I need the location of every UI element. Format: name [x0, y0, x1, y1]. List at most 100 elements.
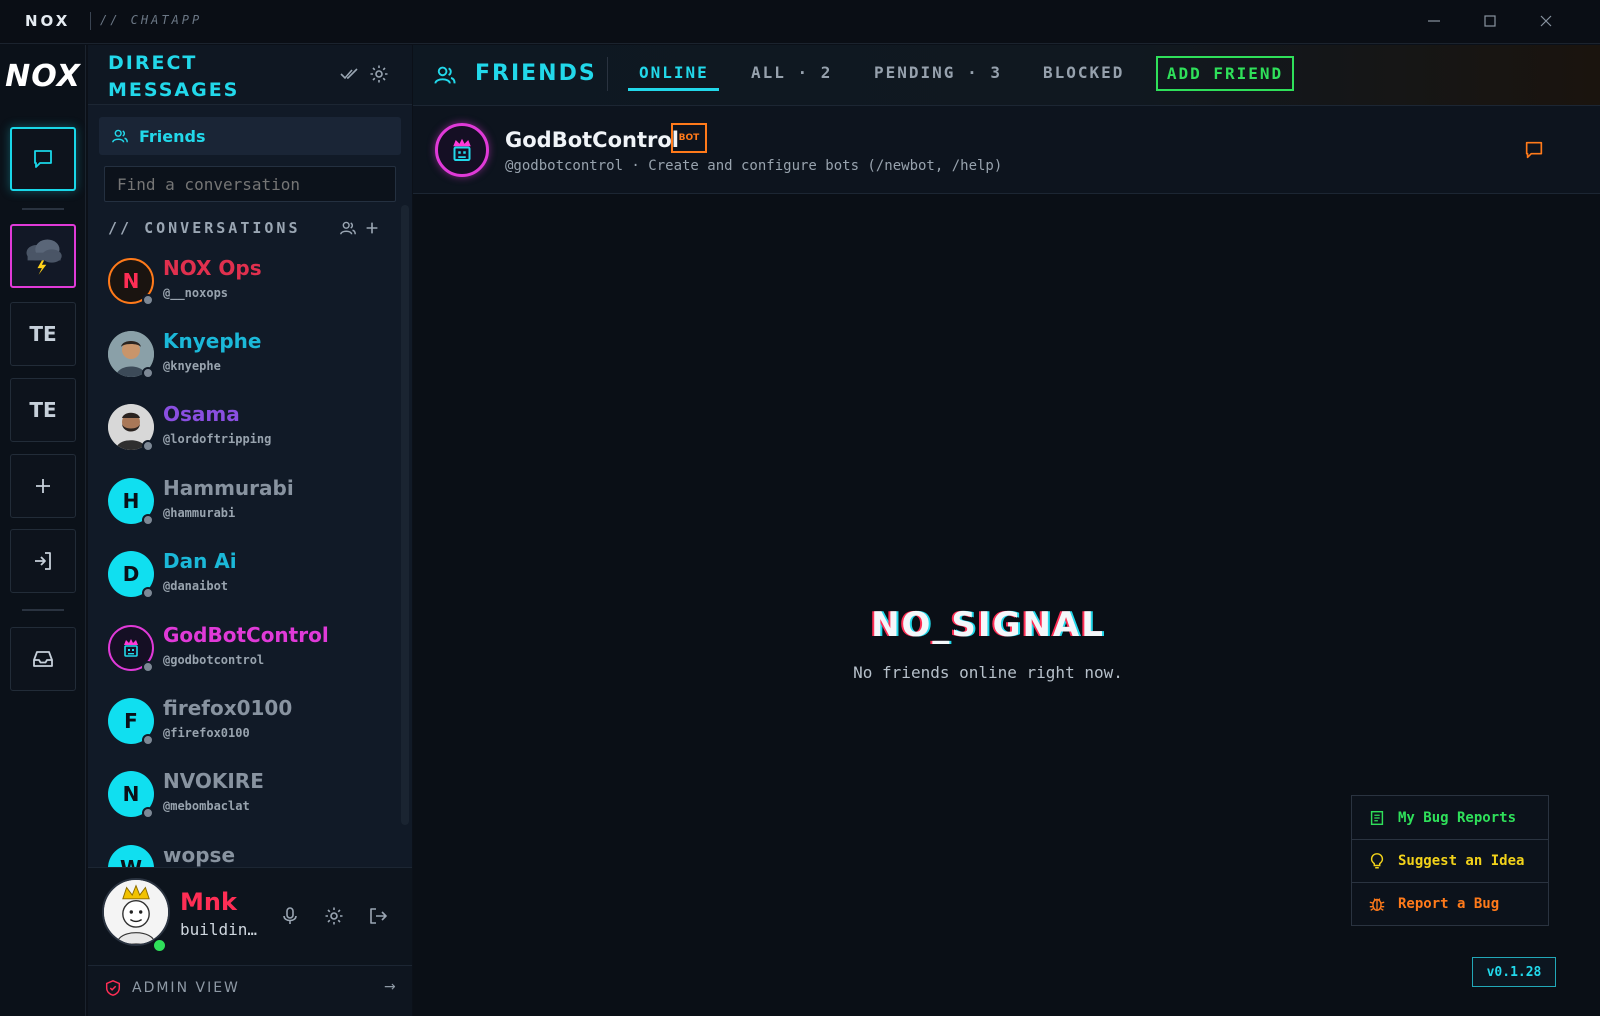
friend-avatar	[435, 123, 489, 177]
bot-crown-icon	[124, 639, 138, 657]
conversations-header: // CONVERSATIONS	[108, 219, 301, 237]
conversation-name: Dan Ai	[163, 549, 237, 573]
status-dot	[142, 294, 154, 306]
title-bar: NOX // CHATAPP	[0, 0, 1600, 44]
conversation-item[interactable]: H Hammurabi @hammurabi	[88, 468, 400, 540]
admin-view-label: ADMIN VIEW	[132, 980, 240, 996]
empty-state-subtitle: No friends online right now.	[853, 663, 1123, 682]
my-bug-reports-button[interactable]: My Bug Reports	[1352, 796, 1548, 839]
rail-divider	[22, 609, 64, 611]
server-te-2[interactable]: TE	[10, 378, 76, 442]
server-storm[interactable]	[10, 224, 76, 288]
close-window-button[interactable]	[1531, 8, 1561, 34]
friend-name: GodBotControl	[505, 128, 679, 152]
storm-cloud-icon	[26, 239, 62, 275]
status-dot	[142, 514, 154, 526]
conversation-scrollbar[interactable]	[401, 205, 409, 825]
conversation-item[interactable]: N NOX Ops @__noxops	[88, 248, 400, 320]
add-friend-button[interactable]: ADD FRIEND	[1156, 56, 1294, 91]
conversation-handle: @godbotcontrol	[163, 653, 265, 667]
server-initials: TE	[29, 398, 57, 422]
server-rail: NOX TE TE	[0, 45, 86, 1016]
login-icon	[35, 552, 51, 570]
conversation-name: Hammurabi	[163, 476, 294, 500]
message-icon[interactable]	[1523, 139, 1545, 161]
add-server-button[interactable]	[10, 454, 76, 518]
tab-all[interactable]: ALL · 2	[751, 63, 832, 82]
topbar-divider	[607, 57, 608, 91]
user-status: buildin…	[180, 920, 258, 939]
suggest-idea-button[interactable]: Suggest an Idea	[1352, 839, 1548, 882]
friends-icon	[434, 66, 456, 84]
maximize-button[interactable]	[1475, 8, 1505, 34]
user-settings-gear-icon[interactable]	[324, 906, 344, 926]
conversation-item[interactable]: Knyephe @knyephe	[88, 321, 400, 393]
dm-header: DIRECT MESSAGES	[88, 45, 412, 105]
settings-gear-icon[interactable]	[369, 64, 389, 84]
admin-view-bar[interactable]: ADMIN VIEW →	[88, 965, 412, 1016]
friend-description: @godbotcontrol · Create and configure bo…	[505, 158, 1003, 174]
chat-bubble-icon	[34, 150, 52, 168]
status-dot	[142, 587, 154, 599]
minimize-icon	[1428, 20, 1440, 22]
server-te-1[interactable]: TE	[10, 302, 76, 366]
conversation-item[interactable]: Osama @lordoftripping	[88, 394, 400, 466]
conversation-item[interactable]: F firefox0100 @firefox0100	[88, 688, 400, 760]
close-icon	[1540, 15, 1552, 27]
conversation-item[interactable]: W wopse	[88, 835, 400, 868]
conversation-handle: @knyephe	[163, 359, 221, 373]
lightbulb-icon	[1370, 853, 1384, 869]
microphone-icon[interactable]	[280, 906, 300, 926]
friend-row[interactable]: GodBotControl BOT @godbotcontrol · Creat…	[413, 106, 1600, 194]
user-avatar[interactable]	[102, 878, 170, 946]
join-server-button[interactable]	[10, 529, 76, 593]
conversation-handle: @mebombaclat	[163, 799, 250, 813]
app-logo: NOX	[5, 59, 81, 94]
feedback-menu: My Bug Reports Suggest an Idea Report a …	[1351, 795, 1549, 926]
avatar-initial: H	[122, 489, 140, 513]
friends-title: FRIENDS	[475, 61, 597, 86]
report-bug-button[interactable]: Report a Bug	[1352, 882, 1548, 925]
tab-pending[interactable]: PENDING · 3	[874, 63, 1002, 82]
conversation-name: NOX Ops	[163, 256, 262, 280]
tab-online[interactable]: ONLINE	[639, 63, 709, 82]
plus-icon[interactable]	[363, 219, 381, 237]
active-tab-indicator	[628, 88, 719, 91]
conversation-name: firefox0100	[163, 696, 293, 720]
conversation-name: Knyephe	[163, 329, 262, 353]
friends-nav-item[interactable]: Friends	[99, 117, 401, 155]
conversation-list: N NOX Ops @__noxops Knyephe @knyephe Osa…	[88, 248, 400, 868]
conversation-item[interactable]: D Dan Ai @danaibot	[88, 541, 400, 613]
user-name: Mnk	[180, 888, 237, 916]
bot-crown-icon	[453, 138, 471, 161]
direct-messages-button[interactable]	[10, 127, 76, 191]
group-icon[interactable]	[339, 219, 357, 237]
user-panel: Mnk buildin…	[88, 867, 412, 965]
status-dot	[142, 661, 154, 673]
titlebar-divider	[90, 12, 91, 30]
plus-icon	[36, 479, 50, 493]
conversation-name: Osama	[163, 402, 240, 426]
scroll-icon	[1370, 810, 1384, 825]
version-badge: v0.1.28	[1472, 957, 1556, 987]
mark-read-icon[interactable]	[339, 64, 359, 84]
conversation-handle: @__noxops	[163, 286, 229, 300]
rail-divider	[22, 208, 64, 210]
conversation-name: GodBotControl	[163, 623, 329, 647]
logout-icon[interactable]	[368, 906, 388, 926]
bot-badge: BOT	[671, 123, 707, 153]
conversation-name: wopse	[163, 843, 236, 867]
avatar-initial: N	[122, 269, 140, 293]
conversation-search-input[interactable]	[104, 166, 396, 202]
minimize-button[interactable]	[1419, 8, 1449, 34]
user-avatar-image	[104, 880, 168, 944]
online-status-dot	[152, 938, 167, 953]
conversation-item[interactable]: N NVOKIRE @mebombaclat	[88, 761, 400, 833]
inbox-button[interactable]	[10, 627, 76, 691]
conversation-handle: @lordoftripping	[163, 432, 272, 446]
tab-blocked[interactable]: BLOCKED	[1043, 63, 1124, 82]
titlebar-app-name: // CHATAPP	[100, 13, 203, 27]
conversation-item[interactable]: GodBotControl @godbotcontrol	[88, 615, 400, 687]
avatar-initial: F	[124, 709, 138, 733]
server-initials: TE	[29, 322, 57, 346]
